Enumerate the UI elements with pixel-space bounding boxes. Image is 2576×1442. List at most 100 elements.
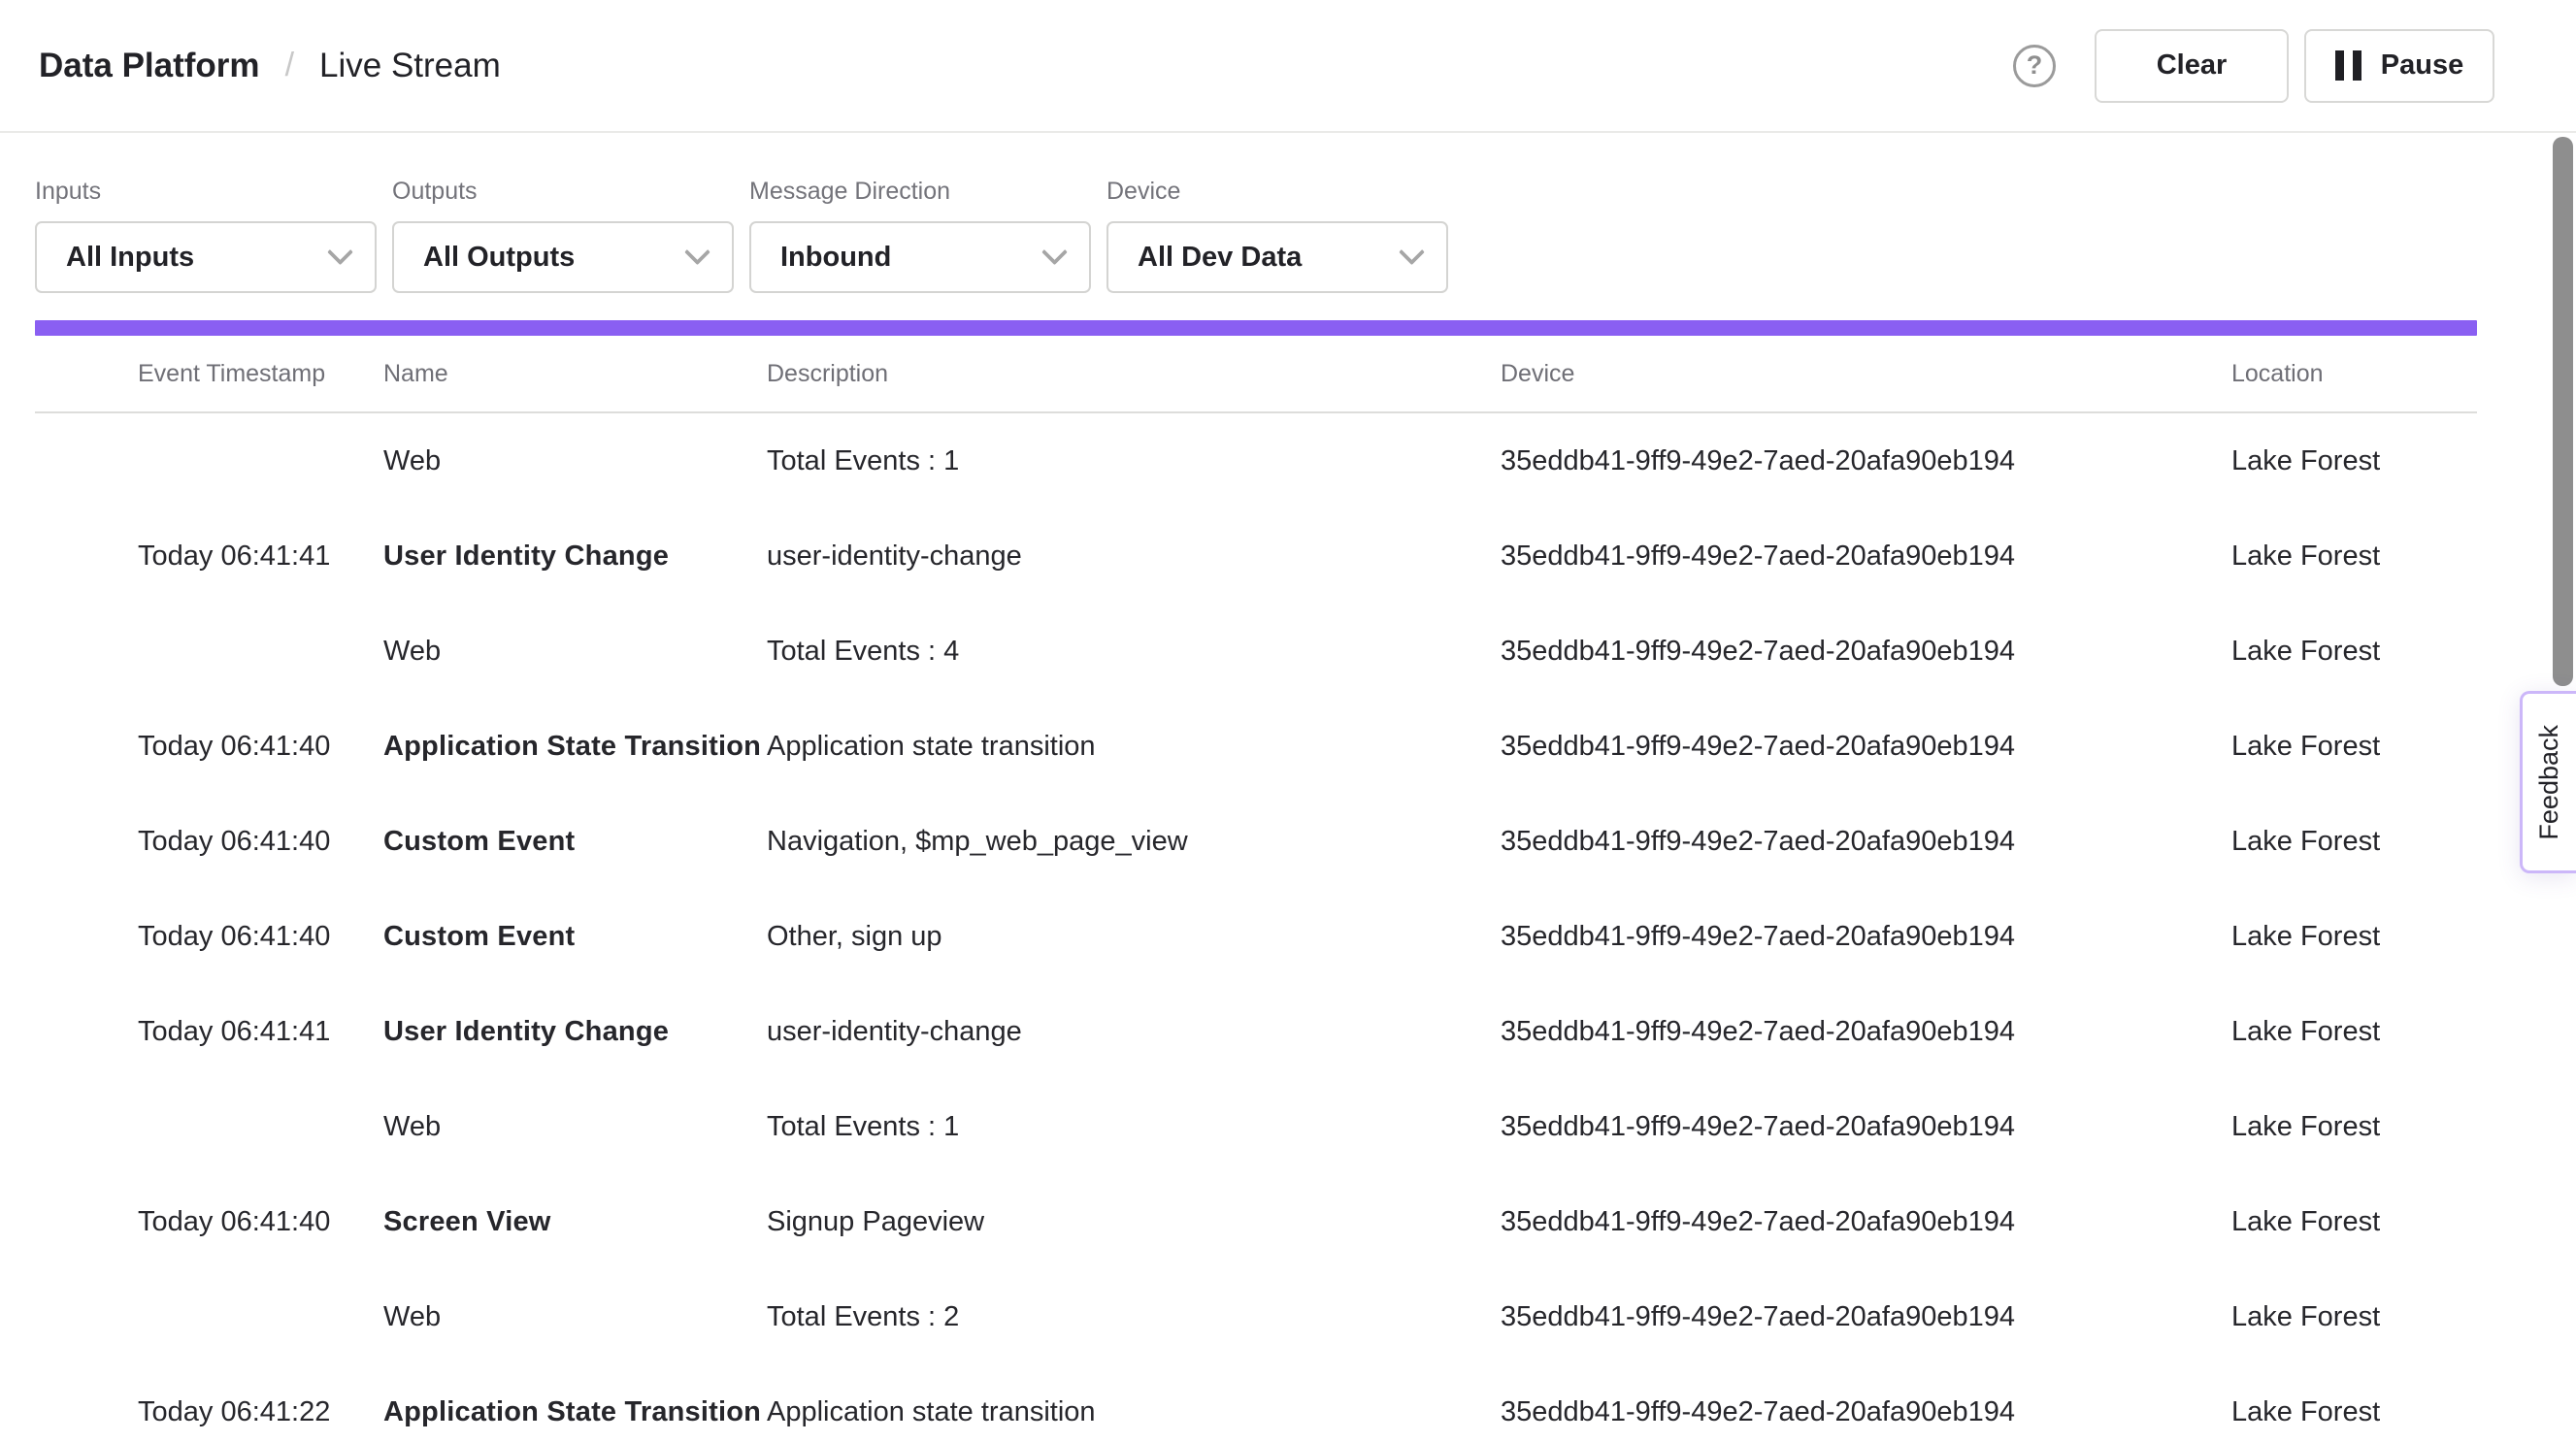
cell-device: 35eddb41-9ff9-49e2-7aed-20afa90eb194 xyxy=(1501,445,2231,477)
cell-location: Lake Forest xyxy=(2231,826,2477,858)
inputs-dropdown[interactable]: All Inputs xyxy=(35,221,377,293)
table-row[interactable]: Web Total Events : 2 35eddb41-9ff9-49e2-… xyxy=(35,1269,2477,1364)
cell-name: Web xyxy=(383,636,767,668)
table-row[interactable]: Today 06:41:40 Screen View Signup Pagevi… xyxy=(35,1174,2477,1269)
filter-bar: Inputs All Inputs Outputs All Outputs Me… xyxy=(0,133,2576,293)
cell-name: Web xyxy=(383,1301,767,1333)
cell-device: 35eddb41-9ff9-49e2-7aed-20afa90eb194 xyxy=(1501,541,2231,573)
cell-description: Application state transition xyxy=(767,1396,1501,1428)
table-header-row: Event Timestamp Name Description Device … xyxy=(35,336,2477,413)
cell-description: Signup Pageview xyxy=(767,1206,1501,1238)
cell-description: Navigation, $mp_web_page_view xyxy=(767,826,1501,858)
device-filter-label: Device xyxy=(1106,178,1448,206)
pause-icon xyxy=(2335,50,2361,81)
table-row[interactable]: Today 06:41:40 Custom Event Other, sign … xyxy=(35,889,2477,984)
cell-location: Lake Forest xyxy=(2231,1206,2477,1238)
filter-outputs: Outputs All Outputs xyxy=(392,178,734,293)
cell-description: Other, sign up xyxy=(767,921,1501,953)
cell-device: 35eddb41-9ff9-49e2-7aed-20afa90eb194 xyxy=(1501,921,2231,953)
cell-description: Total Events : 2 xyxy=(767,1301,1501,1333)
cell-name: Custom Event xyxy=(383,826,767,858)
cell-device: 35eddb41-9ff9-49e2-7aed-20afa90eb194 xyxy=(1501,1016,2231,1048)
column-header-location: Location xyxy=(2231,360,2477,388)
column-header-device: Device xyxy=(1501,360,2231,388)
cell-name: User Identity Change xyxy=(383,541,767,573)
cell-timestamp: Today 06:41:41 xyxy=(138,1016,383,1048)
chevron-down-icon xyxy=(684,239,710,265)
cell-location: Lake Forest xyxy=(2231,445,2477,477)
cell-device: 35eddb41-9ff9-49e2-7aed-20afa90eb194 xyxy=(1501,636,2231,668)
breadcrumb-separator: / xyxy=(285,47,294,84)
filter-device: Device All Dev Data xyxy=(1106,178,1448,293)
cell-timestamp: Today 06:41:40 xyxy=(138,921,383,953)
cell-description: Total Events : 1 xyxy=(767,1111,1501,1143)
filter-message-direction: Message Direction Inbound xyxy=(749,178,1091,293)
cell-description: user-identity-change xyxy=(767,541,1501,573)
device-dropdown[interactable]: All Dev Data xyxy=(1106,221,1448,293)
cell-name: Application State Transition xyxy=(383,1396,767,1428)
cell-device: 35eddb41-9ff9-49e2-7aed-20afa90eb194 xyxy=(1501,731,2231,763)
cell-name: Web xyxy=(383,1111,767,1143)
page-header: Data Platform / Live Stream ? Clear Paus… xyxy=(0,0,2576,133)
message-direction-dropdown[interactable]: Inbound xyxy=(749,221,1091,293)
cell-name: Custom Event xyxy=(383,921,767,953)
cell-name: Application State Transition xyxy=(383,731,767,763)
cell-device: 35eddb41-9ff9-49e2-7aed-20afa90eb194 xyxy=(1501,1396,2231,1428)
page-title: Live Stream xyxy=(319,47,501,85)
column-header-event-timestamp: Event Timestamp xyxy=(138,360,383,388)
cell-location: Lake Forest xyxy=(2231,1111,2477,1143)
event-table-body: Web Total Events : 1 35eddb41-9ff9-49e2-… xyxy=(35,413,2477,1442)
help-glyph: ? xyxy=(2027,50,2043,81)
stream-accent-bar xyxy=(35,320,2477,336)
cell-device: 35eddb41-9ff9-49e2-7aed-20afa90eb194 xyxy=(1501,1111,2231,1143)
clear-button[interactable]: Clear xyxy=(2095,29,2289,103)
cell-timestamp: Today 06:41:41 xyxy=(138,541,383,573)
table-row[interactable]: Web Total Events : 4 35eddb41-9ff9-49e2-… xyxy=(35,604,2477,699)
feedback-tab[interactable]: Feedback xyxy=(2520,691,2576,873)
column-header-description: Description xyxy=(767,360,1501,388)
cell-location: Lake Forest xyxy=(2231,921,2477,953)
column-header-name: Name xyxy=(383,360,767,388)
message-direction-dropdown-value: Inbound xyxy=(780,242,1045,274)
outputs-dropdown[interactable]: All Outputs xyxy=(392,221,734,293)
table-row[interactable]: Web Total Events : 1 35eddb41-9ff9-49e2-… xyxy=(35,413,2477,508)
inputs-filter-label: Inputs xyxy=(35,178,377,206)
breadcrumb-data-platform[interactable]: Data Platform xyxy=(39,47,260,85)
cell-timestamp: Today 06:41:40 xyxy=(138,1206,383,1238)
table-row[interactable]: Today 06:41:22 Application State Transit… xyxy=(35,1364,2477,1442)
table-row[interactable]: Today 06:41:41 User Identity Change user… xyxy=(35,508,2477,604)
help-icon[interactable]: ? xyxy=(2013,45,2056,87)
clear-button-label: Clear xyxy=(2157,49,2228,82)
cell-description: Application state transition xyxy=(767,731,1501,763)
cell-location: Lake Forest xyxy=(2231,1016,2477,1048)
table-row[interactable]: Web Total Events : 1 35eddb41-9ff9-49e2-… xyxy=(35,1079,2477,1174)
breadcrumb: Data Platform / Live Stream xyxy=(39,47,501,85)
feedback-tab-label: Feedback xyxy=(2534,725,2564,840)
filter-inputs: Inputs All Inputs xyxy=(35,178,377,293)
event-stream: Event Timestamp Name Description Device … xyxy=(35,320,2477,1442)
chevron-down-icon xyxy=(1041,239,1068,265)
scrollbar-thumb[interactable] xyxy=(2553,137,2573,686)
pause-button[interactable]: Pause xyxy=(2304,29,2494,103)
device-dropdown-value: All Dev Data xyxy=(1138,242,1403,274)
table-row[interactable]: Today 06:41:41 User Identity Change user… xyxy=(35,984,2477,1079)
chevron-down-icon xyxy=(327,239,353,265)
table-row[interactable]: Today 06:41:40 Application State Transit… xyxy=(35,699,2477,794)
cell-location: Lake Forest xyxy=(2231,1396,2477,1428)
cell-name: Screen View xyxy=(383,1206,767,1238)
cell-device: 35eddb41-9ff9-49e2-7aed-20afa90eb194 xyxy=(1501,826,2231,858)
table-row[interactable]: Today 06:41:40 Custom Event Navigation, … xyxy=(35,794,2477,889)
outputs-dropdown-value: All Outputs xyxy=(423,242,688,274)
pause-button-label: Pause xyxy=(2381,49,2463,82)
cell-description: Total Events : 4 xyxy=(767,636,1501,668)
cell-name: User Identity Change xyxy=(383,1016,767,1048)
inputs-dropdown-value: All Inputs xyxy=(66,242,331,274)
cell-device: 35eddb41-9ff9-49e2-7aed-20afa90eb194 xyxy=(1501,1206,2231,1238)
cell-timestamp: Today 06:41:22 xyxy=(138,1396,383,1428)
message-direction-filter-label: Message Direction xyxy=(749,178,1091,206)
cell-timestamp: Today 06:41:40 xyxy=(138,731,383,763)
cell-location: Lake Forest xyxy=(2231,1301,2477,1333)
cell-location: Lake Forest xyxy=(2231,731,2477,763)
cell-location: Lake Forest xyxy=(2231,541,2477,573)
cell-location: Lake Forest xyxy=(2231,636,2477,668)
